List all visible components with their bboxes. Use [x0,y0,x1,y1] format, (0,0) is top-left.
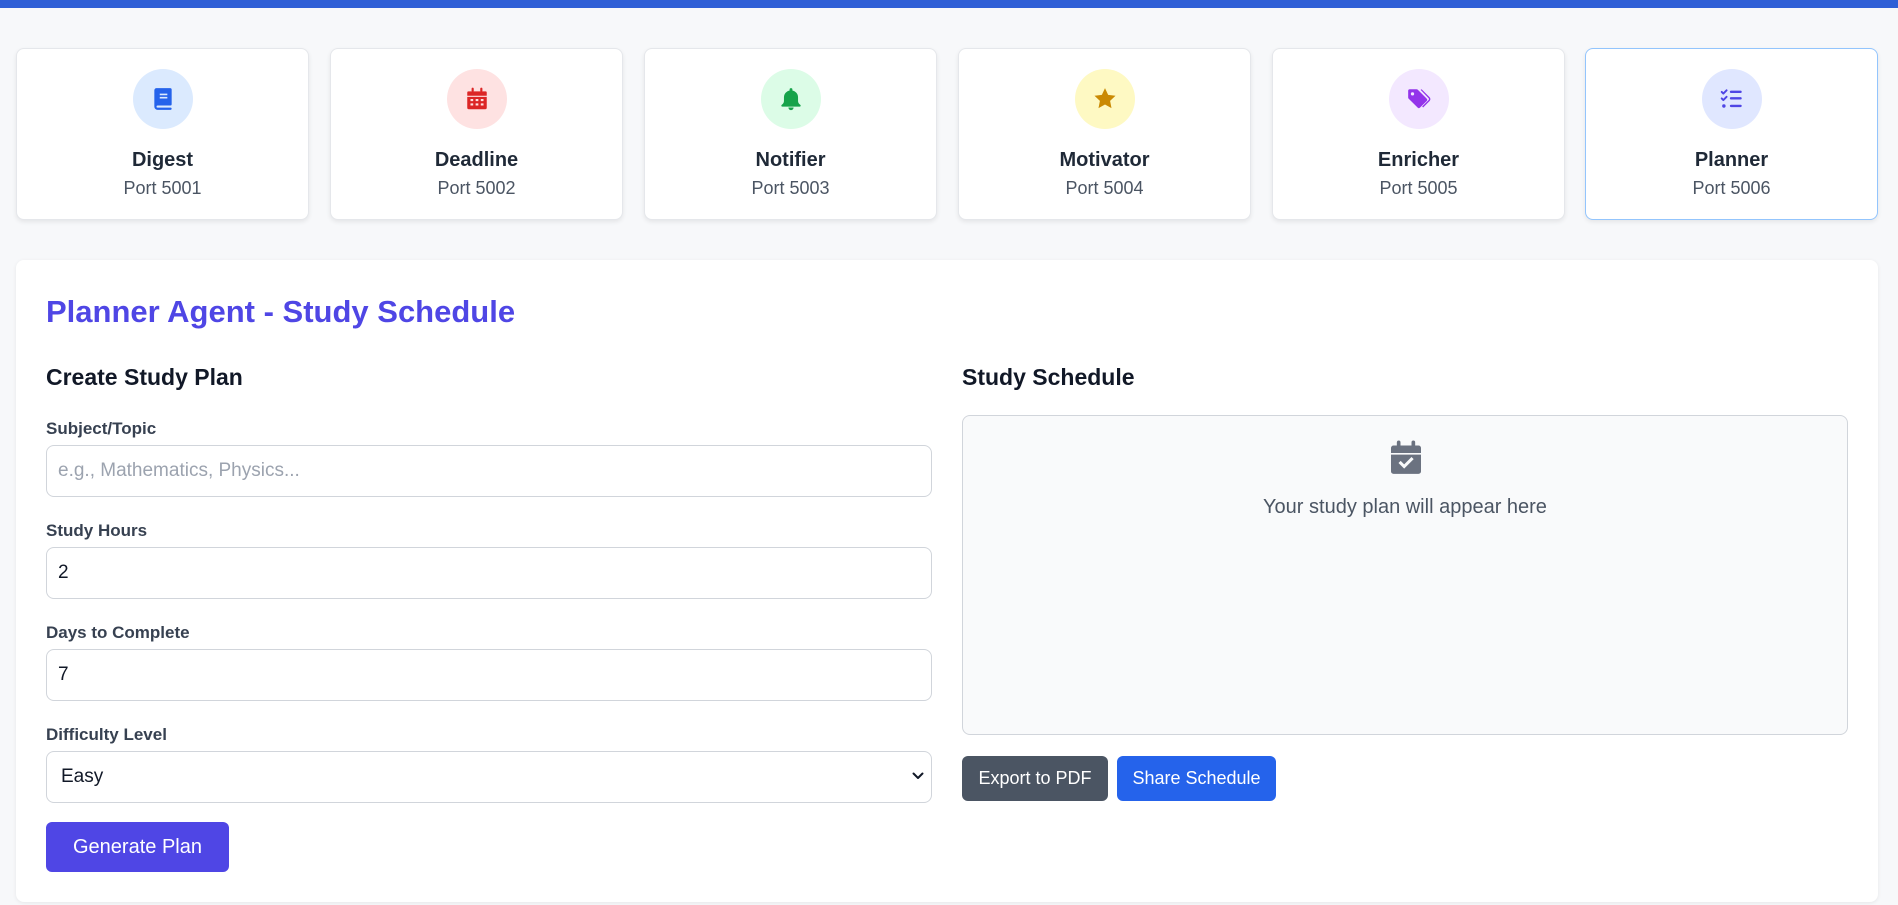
schedule-title: Study Schedule [962,364,1135,390]
agent-card-digest[interactable]: Digest Port 5001 [16,48,309,220]
difficulty-value: Easy [61,766,104,787]
difficulty-select[interactable]: Easy [46,751,932,803]
agent-port: Port 5006 [1692,178,1771,198]
difficulty-label: Difficulty Level [46,725,167,744]
agent-name: Planner [1694,149,1769,171]
agent-name: Notifier [755,149,826,171]
days-input[interactable] [46,649,932,701]
agent-port: Port 5005 [1379,178,1458,198]
schedule-empty-text: Your study plan will appear here [1263,496,1547,518]
agent-card-motivator[interactable]: Motivator Port 5004 [958,48,1251,220]
agent-name: Deadline [434,149,519,171]
agent-card-deadline[interactable]: Deadline Port 5002 [330,48,623,220]
subject-label: Subject/Topic [46,419,157,438]
list-check-icon [1701,69,1762,129]
planner-panel: Planner Agent - Study Schedule Create St… [16,260,1878,902]
tags-icon [1388,69,1449,129]
agent-card-notifier[interactable]: Notifier Port 5003 [644,48,937,220]
agent-port: Port 5004 [1065,178,1144,198]
agent-port: Port 5002 [437,178,516,198]
form-title: Create Study Plan [46,364,243,390]
calendar-icon [446,69,507,129]
agent-name: Enricher [1377,149,1460,171]
chevron-down-icon [912,772,924,779]
star-icon [1074,69,1135,129]
book-icon [132,69,193,129]
agent-name: Motivator [1059,149,1150,171]
agent-card-enricher[interactable]: Enricher Port 5005 [1272,48,1565,220]
agent-cards: Digest Port 5001 Deadline Port 5002 Noti… [16,48,1878,220]
study-hours-input[interactable] [46,547,932,599]
schedule-output: Your study plan will appear here [962,415,1848,735]
calendar-check-icon [1391,440,1421,474]
export-pdf-button[interactable]: Export to PDF [962,756,1108,801]
agent-port: Port 5001 [123,178,202,198]
agent-card-planner[interactable]: Planner Port 5006 [1585,48,1878,220]
subject-input[interactable] [46,445,932,497]
top-accent-bar [0,0,1898,8]
days-label: Days to Complete [46,623,190,642]
share-schedule-button[interactable]: Share Schedule [1117,756,1276,801]
study-hours-label: Study Hours [46,521,148,540]
agent-name: Digest [131,149,194,171]
page-title: Planner Agent - Study Schedule [46,294,516,329]
generate-plan-button[interactable]: Generate Plan [46,822,229,872]
agent-port: Port 5003 [751,178,830,198]
bell-icon [760,69,821,129]
